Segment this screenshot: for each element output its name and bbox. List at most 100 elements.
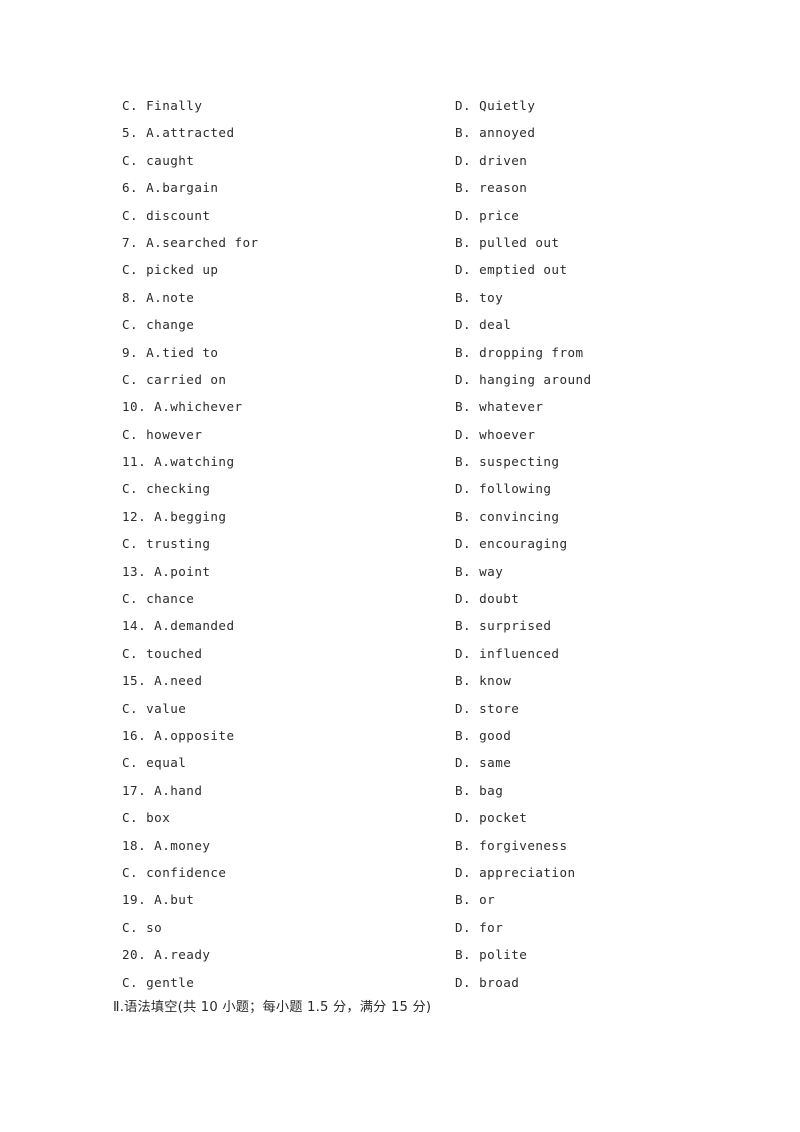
- option-d-continuation[interactable]: D. Quietly: [455, 92, 535, 119]
- question-option-b[interactable]: B. whatever: [455, 393, 543, 420]
- option-text: price: [479, 207, 520, 223]
- question-row-cd: C. however D. whoever: [122, 421, 682, 448]
- question-option-b[interactable]: B. reason: [455, 174, 527, 201]
- option-text: opposite: [170, 727, 235, 743]
- option-key: B.: [455, 508, 472, 524]
- question-option-c[interactable]: C. so: [122, 914, 162, 941]
- question-option-c[interactable]: C. value: [122, 695, 186, 722]
- question-option-a[interactable]: 8. A.note: [122, 284, 194, 311]
- question-option-c[interactable]: C. confidence: [122, 859, 226, 886]
- option-key: A.: [146, 344, 163, 360]
- question-option-d[interactable]: D. hanging around: [455, 366, 592, 393]
- question-option-c[interactable]: C. checking: [122, 475, 210, 502]
- question-option-d[interactable]: D. broad: [455, 969, 519, 996]
- option-key: A.: [154, 399, 171, 415]
- option-key: D.: [455, 810, 472, 826]
- question-option-d[interactable]: D. following: [455, 475, 551, 502]
- question-option-d[interactable]: D. doubt: [455, 585, 519, 612]
- question-option-a[interactable]: 13. A.point: [122, 558, 210, 585]
- option-key: C.: [122, 426, 139, 442]
- option-text: note: [162, 289, 195, 305]
- option-key: B.: [455, 727, 472, 743]
- question-option-b[interactable]: B. pulled out: [455, 229, 559, 256]
- question-option-c[interactable]: C. picked up: [122, 256, 218, 283]
- question-option-d[interactable]: D. same: [455, 749, 511, 776]
- question-option-a[interactable]: 10. A.whichever: [122, 393, 243, 420]
- question-option-c[interactable]: C. gentle: [122, 969, 194, 996]
- option-key: C.: [122, 317, 139, 333]
- question-option-c[interactable]: C. touched: [122, 640, 202, 667]
- question-option-c[interactable]: C. trusting: [122, 530, 210, 557]
- question-option-b[interactable]: B. good: [455, 722, 511, 749]
- option-text: dropping from: [479, 344, 584, 360]
- question-option-a[interactable]: 16. A.opposite: [122, 722, 235, 749]
- question-option-c[interactable]: C. chance: [122, 585, 194, 612]
- question-option-d[interactable]: D. appreciation: [455, 859, 576, 886]
- option-key: A.: [146, 234, 163, 250]
- question-option-c[interactable]: C. change: [122, 311, 194, 338]
- option-key: C.: [122, 536, 139, 552]
- question-option-b[interactable]: B. way: [455, 558, 503, 585]
- option-key: C.: [122, 810, 139, 826]
- option-text: picked up: [146, 262, 219, 278]
- option-text: emptied out: [479, 262, 568, 278]
- option-text: gentle: [146, 974, 195, 990]
- question-option-d[interactable]: D. store: [455, 695, 519, 722]
- question-option-b[interactable]: B. toy: [455, 284, 503, 311]
- question-option-a[interactable]: 6. A.bargain: [122, 174, 218, 201]
- option-key: A.: [154, 727, 171, 743]
- question-option-d[interactable]: D. emptied out: [455, 256, 567, 283]
- option-key: C.: [122, 755, 139, 771]
- question-option-c[interactable]: C. discount: [122, 202, 210, 229]
- question-option-b[interactable]: B. or: [455, 886, 495, 913]
- question-option-b[interactable]: B. know: [455, 667, 511, 694]
- question-option-c[interactable]: C. equal: [122, 749, 186, 776]
- option-c-continuation[interactable]: C. Finally: [122, 92, 202, 119]
- question-option-c[interactable]: C. however: [122, 421, 202, 448]
- question-option-b[interactable]: B. surprised: [455, 612, 551, 639]
- option-key: B.: [455, 618, 472, 634]
- question-option-d[interactable]: D. price: [455, 202, 519, 229]
- option-text: demanded: [170, 618, 235, 634]
- question-option-d[interactable]: D. encouraging: [455, 530, 567, 557]
- option-text: whichever: [170, 399, 243, 415]
- question-option-a[interactable]: 17. A.hand: [122, 777, 202, 804]
- question-option-d[interactable]: D. influenced: [455, 640, 559, 667]
- question-option-b[interactable]: B. bag: [455, 777, 503, 804]
- question-option-a[interactable]: 19. A.but: [122, 886, 194, 913]
- option-key: C.: [122, 700, 139, 716]
- question-option-b[interactable]: B. convincing: [455, 503, 559, 530]
- question-option-d[interactable]: D. deal: [455, 311, 511, 338]
- option-key: C.: [122, 98, 139, 113]
- option-text: money: [170, 837, 211, 853]
- option-key: A.: [146, 289, 163, 305]
- question-option-a[interactable]: 18. A.money: [122, 832, 210, 859]
- question-option-b[interactable]: B. polite: [455, 941, 527, 968]
- question-option-a[interactable]: 15. A.need: [122, 667, 202, 694]
- question-option-a[interactable]: 11. A.watching: [122, 448, 235, 475]
- option-key: A.: [146, 180, 163, 196]
- question-option-d[interactable]: D. for: [455, 914, 503, 941]
- question-option-d[interactable]: D. driven: [455, 147, 527, 174]
- question-option-b[interactable]: B. annoyed: [455, 119, 535, 146]
- option-key: B.: [455, 892, 472, 908]
- question-option-c[interactable]: C. caught: [122, 147, 194, 174]
- question-option-a[interactable]: 20. A.ready: [122, 941, 210, 968]
- option-text: equal: [146, 755, 187, 771]
- option-key: A.: [154, 673, 171, 689]
- question-option-a[interactable]: 5. A.attracted: [122, 119, 235, 146]
- question-option-d[interactable]: D. whoever: [455, 421, 535, 448]
- option-row-continuation: C. Finally D. Quietly: [122, 92, 682, 119]
- option-text: appreciation: [479, 864, 576, 880]
- option-text: influenced: [479, 645, 560, 661]
- question-option-a[interactable]: 12. A.begging: [122, 503, 226, 530]
- question-option-a[interactable]: 14. A.demanded: [122, 612, 235, 639]
- question-option-a[interactable]: 7. A.searched for: [122, 229, 259, 256]
- question-option-c[interactable]: C. carried on: [122, 366, 226, 393]
- question-option-b[interactable]: B. forgiveness: [455, 832, 567, 859]
- question-option-b[interactable]: B. dropping from: [455, 339, 584, 366]
- question-option-a[interactable]: 9. A.tied to: [122, 339, 218, 366]
- question-option-b[interactable]: B. suspecting: [455, 448, 559, 475]
- question-option-d[interactable]: D. pocket: [455, 804, 527, 831]
- question-option-c[interactable]: C. box: [122, 804, 170, 831]
